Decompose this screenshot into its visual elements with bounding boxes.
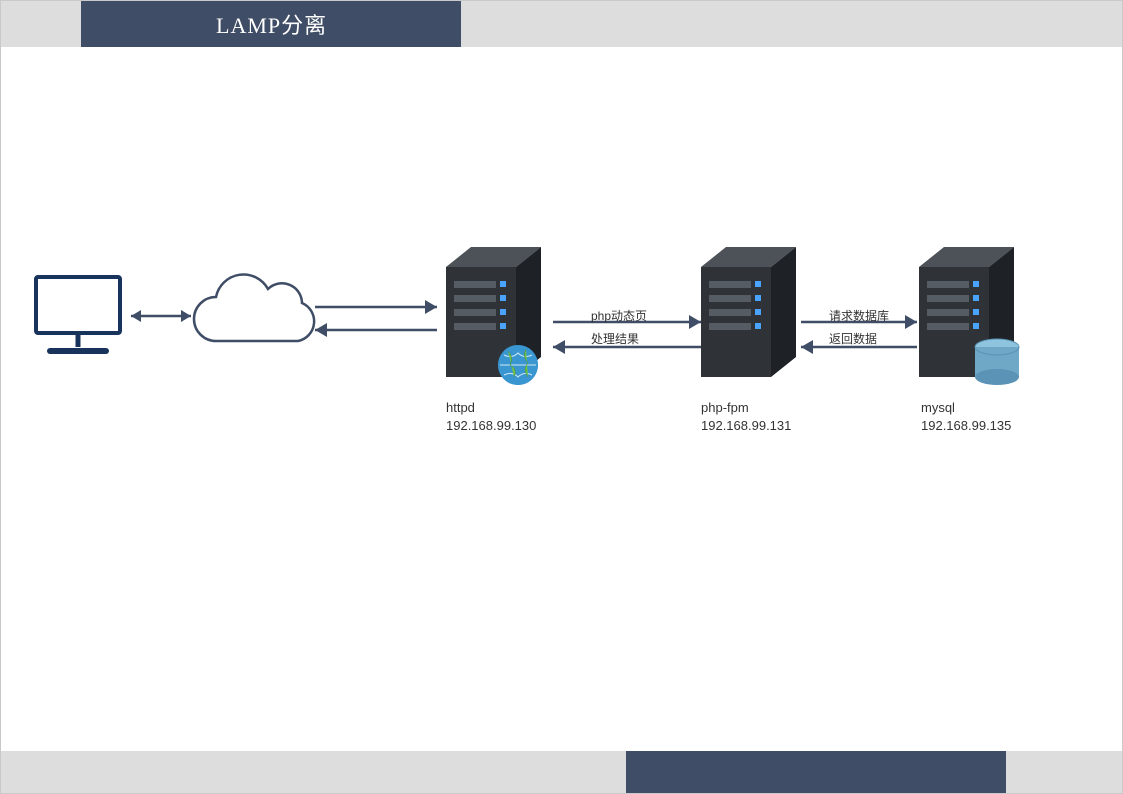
diagram-canvas: httpd 192.168.99.130 php-fpm 192.168.99.…: [1, 47, 1122, 751]
httpd-ip: 192.168.99.130: [446, 417, 536, 435]
edge-httpd-phpfpm-fwd-label: php动态页: [591, 307, 647, 324]
httpd-name: httpd: [446, 399, 536, 417]
mysql-server-icon: [919, 247, 1019, 385]
edge-phpfpm-mysql-fwd-label: 请求数据库: [829, 307, 889, 324]
edge-phpfpm-mysql-back-label: 返回数据: [829, 330, 877, 347]
mysql-name: mysql: [921, 399, 1011, 417]
httpd-label: httpd 192.168.99.130: [446, 399, 536, 435]
page-frame: LAMP分离: [0, 0, 1123, 794]
phpfpm-ip: 192.168.99.131: [701, 417, 791, 435]
client-monitor-icon: [36, 277, 120, 351]
page-title: LAMP分离: [81, 1, 461, 47]
httpd-server-icon: [446, 247, 541, 385]
phpfpm-server-icon: [701, 247, 796, 377]
phpfpm-name: php-fpm: [701, 399, 791, 417]
cloud-icon: [194, 274, 314, 341]
page-title-text: LAMP分离: [216, 8, 327, 40]
mysql-label: mysql 192.168.99.135: [921, 399, 1011, 435]
mysql-ip: 192.168.99.135: [921, 417, 1011, 435]
footer-accent: [626, 751, 1006, 793]
edge-httpd-phpfpm-back-label: 处理结果: [591, 330, 639, 347]
phpfpm-label: php-fpm 192.168.99.131: [701, 399, 791, 435]
